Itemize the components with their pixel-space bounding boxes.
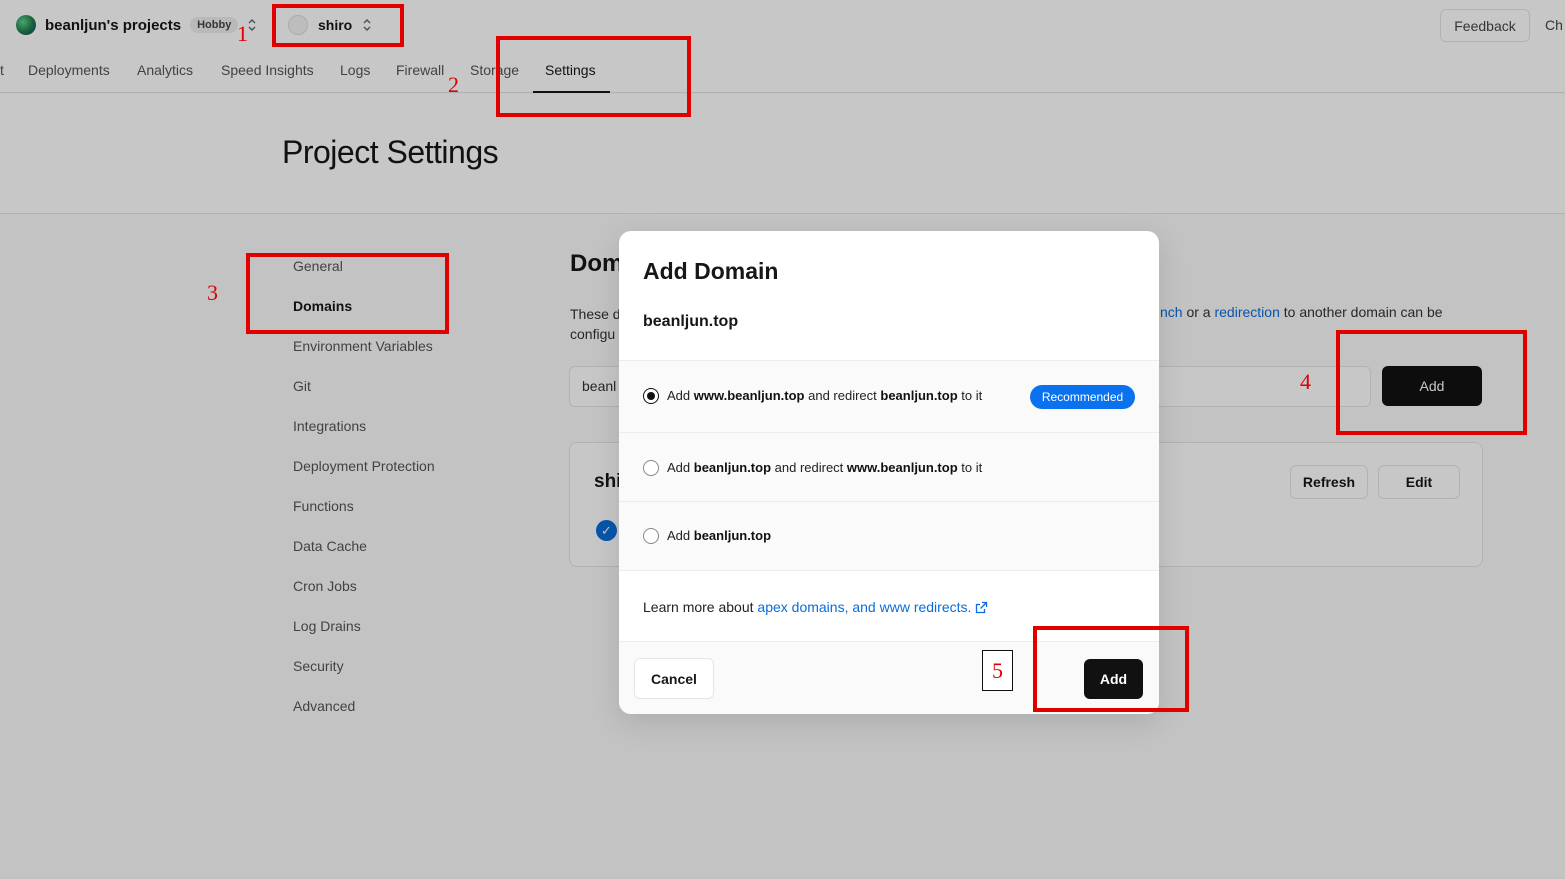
option-domain: www.beanljun.top (846, 460, 958, 475)
option-add-apex-only[interactable]: Add beanljun.top (619, 501, 1159, 570)
option-add-www-redirect-apex[interactable]: Add www.beanljun.top and redirect beanlj… (619, 360, 1159, 432)
external-link-icon[interactable] (975, 601, 988, 617)
annotation-number-4: 4 (1300, 369, 1311, 394)
radio-button[interactable] (643, 460, 659, 476)
annotation-number-3: 3 (207, 280, 218, 305)
cancel-button[interactable]: Cancel (634, 658, 714, 699)
option-text: to it (957, 388, 983, 403)
apex-domains-link[interactable]: apex domains, and www redirects. (757, 599, 971, 615)
option-add-apex-redirect-www[interactable]: Add beanljun.top and redirect www.beanlj… (619, 432, 1159, 501)
radio-button[interactable] (643, 528, 659, 544)
radio-button-selected[interactable] (643, 388, 659, 404)
annotation-box-5 (1033, 626, 1189, 712)
annotation-box-4 (1336, 330, 1527, 435)
option-domain: beanljun.top (880, 388, 958, 403)
option-text: and redirect (804, 388, 881, 403)
modal-domain-name: beanljun.top (643, 313, 739, 330)
option-text: and redirect (771, 460, 847, 475)
modal-title: Add Domain (643, 258, 779, 284)
option-domain: beanljun.top (693, 528, 772, 543)
annotation-box-1 (272, 4, 404, 47)
learn-more-text: Learn more about apex domains, and www r… (643, 599, 988, 617)
annotation-number-1: 1 (237, 21, 248, 46)
option-text: Add (667, 460, 694, 475)
option-label: Add beanljun.top and redirect www.beanlj… (667, 460, 982, 475)
annotation-number-2: 2 (448, 72, 459, 97)
annotation-number-5: 5 (982, 650, 1013, 691)
option-domain: beanljun.top (693, 460, 772, 475)
option-label: Add www.beanljun.top and redirect beanlj… (667, 388, 982, 403)
annotation-box-3 (246, 253, 449, 334)
recommended-badge: Recommended (1030, 385, 1135, 409)
option-text: to it (957, 460, 983, 475)
option-text: Add (667, 528, 694, 543)
annotation-box-2 (496, 36, 691, 117)
option-domain: www.beanljun.top (693, 388, 805, 403)
option-text: Add (667, 388, 694, 403)
learn-more-prefix: Learn more about (643, 599, 758, 615)
option-label: Add beanljun.top (667, 528, 771, 543)
